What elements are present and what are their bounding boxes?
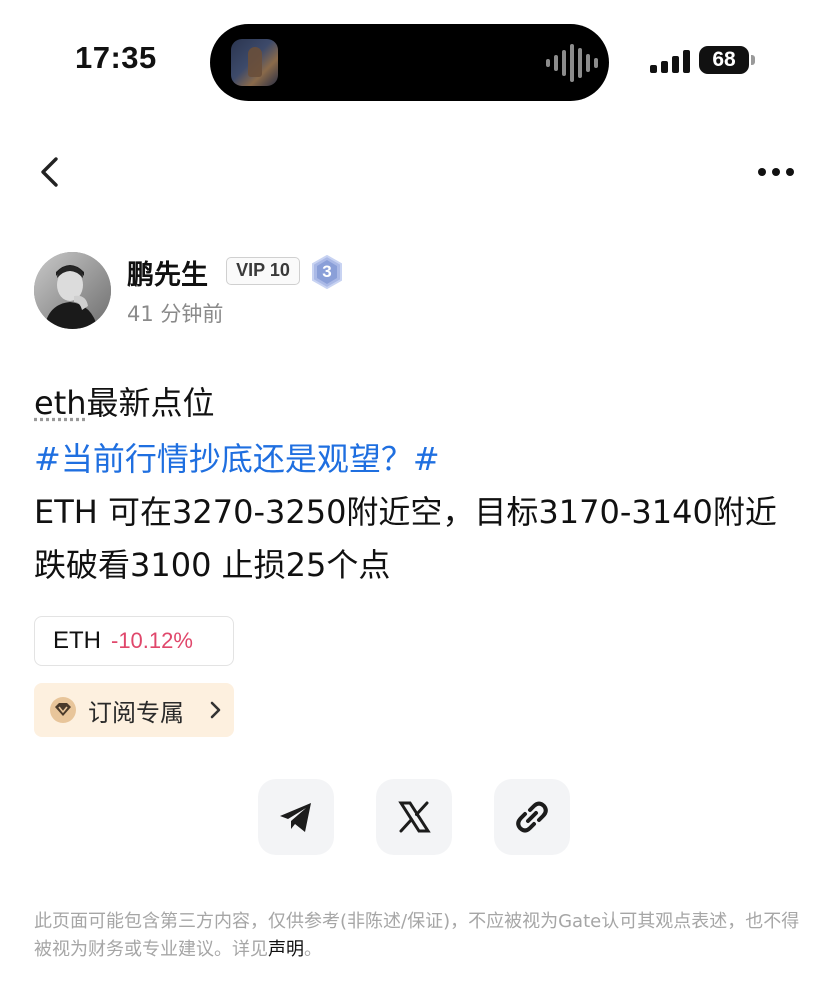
chevron-right-icon [210, 701, 221, 719]
dynamic-island[interactable] [210, 24, 609, 101]
disclaimer-body: 此页面可能包含第三方内容，仅供参考(非陈述/保证)，不应被视为Gate认可其观点… [34, 911, 800, 960]
author-avatar[interactable] [34, 252, 111, 329]
disclaimer-statement-link[interactable]: 声明 [268, 939, 304, 960]
post-title-text: 最新点位 [86, 384, 215, 422]
level-badge: 3 [311, 254, 343, 290]
x-icon [398, 801, 431, 833]
dot [772, 168, 780, 176]
cellular-signal-icon [650, 49, 690, 73]
share-telegram-button[interactable] [258, 779, 334, 855]
subscribe-label: 订阅专属 [88, 698, 184, 727]
author-name[interactable]: 鹏先生 [127, 253, 208, 292]
disclaimer-text: 此页面可能包含第三方内容，仅供参考(非陈述/保证)，不应被视为Gate认可其观点… [34, 908, 804, 964]
post-body: ETH 可在3270-3250附近空，目标3170-3140附近跌破看3100 … [34, 493, 777, 584]
topic-hashtag-link[interactable]: #当前行情抄底还是观望？# [34, 434, 440, 480]
chevron-left-icon [41, 157, 58, 187]
back-button[interactable] [34, 150, 74, 194]
diamond-icon [50, 697, 76, 723]
level-number: 3 [322, 262, 332, 281]
telegram-icon [280, 803, 311, 832]
post-timestamp: 41 分钟前 [127, 302, 224, 326]
now-playing-artwork[interactable] [231, 39, 278, 86]
link-icon [516, 801, 548, 833]
disclaimer-end: 。 [304, 939, 322, 960]
battery-cap [751, 55, 755, 65]
avatar-image [34, 252, 111, 329]
vip-badge: VIP 10 [226, 257, 300, 285]
ticker-change: -10.12% [111, 628, 193, 653]
eth-ticker-chip[interactable]: ETH -10.12% [34, 616, 234, 666]
dot [786, 168, 794, 176]
ticker-symbol: ETH [53, 627, 101, 654]
status-time: 17:35 [75, 40, 157, 75]
post-title: eth最新点位 [34, 378, 215, 424]
more-options-button[interactable] [758, 160, 804, 184]
share-x-button[interactable] [376, 779, 452, 855]
eth-keyword-link[interactable]: eth [34, 384, 87, 422]
subscribe-exclusive-button[interactable]: 订阅专属 [34, 683, 234, 737]
dot [758, 168, 766, 176]
copy-link-button[interactable] [494, 779, 570, 855]
battery-icon: 68 [699, 46, 749, 74]
audio-waveform-icon [546, 44, 598, 82]
